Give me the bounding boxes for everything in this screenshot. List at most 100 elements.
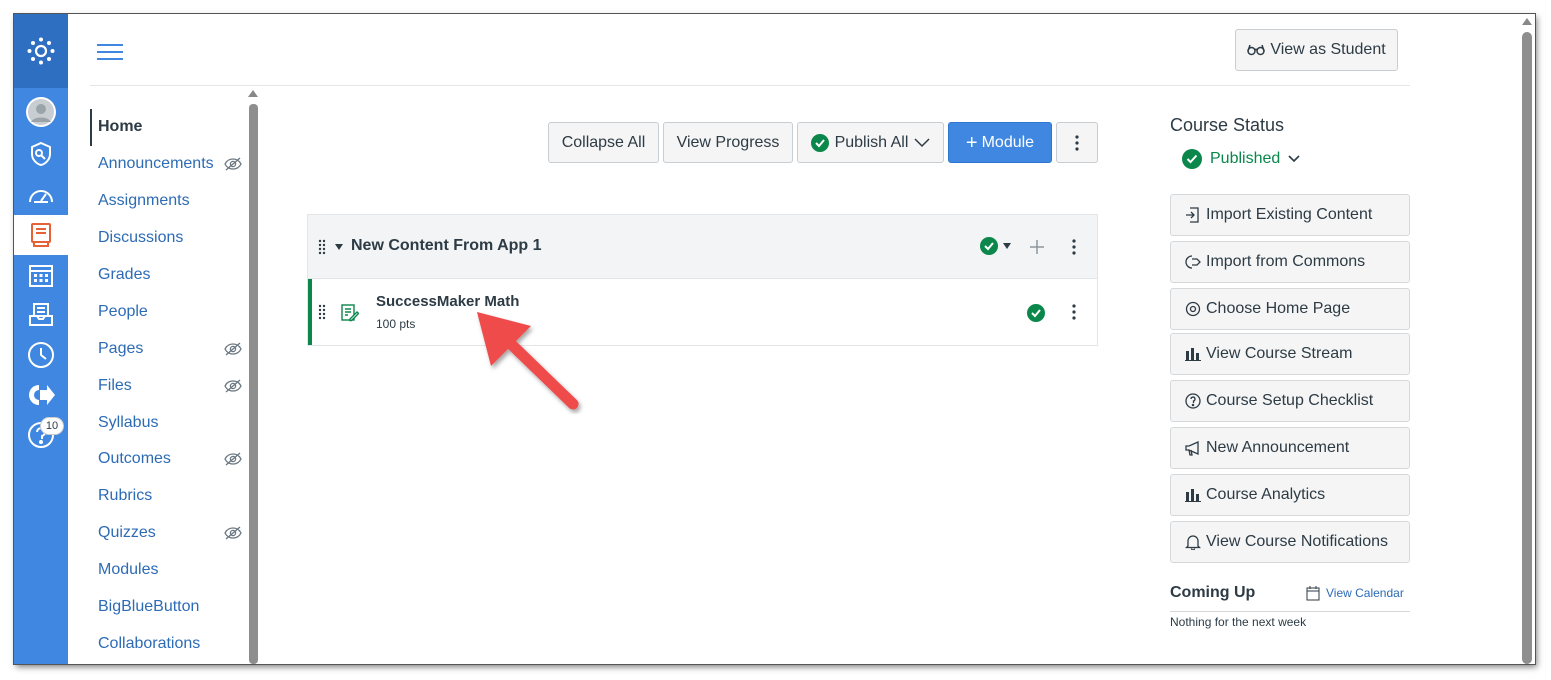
- caret-down-icon[interactable]: [1003, 243, 1011, 249]
- coming-up-divider: [1170, 611, 1410, 612]
- view-course-stream-button[interactable]: View Course Stream: [1170, 333, 1410, 375]
- commons-icon[interactable]: [14, 375, 68, 415]
- module-kebab-icon[interactable]: [1072, 239, 1076, 255]
- button-label: Choose Home Page: [1206, 300, 1351, 317]
- hamburger-menu-icon[interactable]: [97, 44, 123, 62]
- question-icon: [1185, 393, 1201, 409]
- item-published-icon[interactable]: [1027, 304, 1045, 322]
- drag-handle-icon[interactable]: [318, 304, 326, 320]
- view-progress-button[interactable]: View Progress: [663, 122, 793, 163]
- screenshot-frame: 10 View as Student Home Announcements Assi…: [14, 14, 1535, 664]
- add-module-button[interactable]: + Module: [948, 122, 1052, 163]
- course-nav-item-grades[interactable]: Grades: [90, 257, 250, 294]
- account-icon[interactable]: [14, 92, 68, 132]
- course-nav-label: Collaborations: [98, 634, 201, 652]
- course-nav-item-files[interactable]: Files: [90, 367, 250, 404]
- global-nav: 10: [14, 14, 68, 664]
- course-nav-item-quizzes[interactable]: Quizzes: [90, 515, 250, 552]
- module-item-points: 100 pts: [376, 317, 416, 331]
- course-nav-label: Syllabus: [98, 413, 159, 431]
- course-nav-label: Pages: [98, 339, 144, 357]
- course-published-dropdown[interactable]: Published: [1182, 149, 1300, 169]
- page-scrollbar[interactable]: [1522, 32, 1532, 664]
- hidden-eye-icon: [224, 452, 242, 466]
- course-nav-scrollbar[interactable]: [249, 104, 258, 664]
- course-nav-item-outcomes[interactable]: Outcomes: [90, 441, 250, 478]
- new-announcement-button[interactable]: New Announcement: [1170, 427, 1410, 469]
- bar-chart-icon: [1185, 488, 1201, 502]
- caret-down-icon[interactable]: [335, 244, 343, 250]
- course-nav-item-discussions[interactable]: Discussions: [90, 220, 250, 257]
- course-nav-item-announcements[interactable]: Announcements: [90, 146, 250, 183]
- course-nav-label: Home: [98, 118, 143, 136]
- course-nav-label: Assignments: [98, 192, 190, 210]
- button-label: Course Analytics: [1206, 486, 1326, 503]
- coming-up-title: Coming Up: [1170, 584, 1256, 601]
- course-nav-label: Rubrics: [98, 487, 153, 505]
- chevron-down-icon: [1288, 155, 1300, 163]
- hidden-eye-icon: [224, 526, 242, 540]
- add-item-plus-icon[interactable]: [1030, 240, 1044, 254]
- module-header[interactable]: New Content From App 1: [308, 215, 1097, 279]
- module-item[interactable]: SuccessMaker Math 100 pts: [308, 279, 1097, 345]
- drag-handle-icon[interactable]: [318, 239, 326, 255]
- collapse-all-button[interactable]: Collapse All: [548, 122, 659, 163]
- course-nav-label: Files: [98, 376, 132, 394]
- course-setup-checklist-button[interactable]: Course Setup Checklist: [1170, 380, 1410, 422]
- history-icon[interactable]: [14, 335, 68, 375]
- bell-icon: [1185, 534, 1201, 550]
- choose-home-page-button[interactable]: Choose Home Page: [1170, 288, 1410, 330]
- import-from-commons-button[interactable]: Import from Commons: [1170, 241, 1410, 283]
- course-analytics-button[interactable]: Course Analytics: [1170, 474, 1410, 516]
- admin-icon[interactable]: [14, 134, 68, 174]
- hidden-eye-icon: [224, 157, 242, 171]
- course-nav-item-collaborations[interactable]: Collaborations: [90, 625, 250, 662]
- course-nav-label: Outcomes: [98, 450, 171, 468]
- course-nav-item-pages[interactable]: Pages: [90, 330, 250, 367]
- check-circle-icon: [810, 133, 829, 152]
- inbox-icon[interactable]: [14, 295, 68, 335]
- dashboard-icon[interactable]: [14, 174, 68, 214]
- course-nav-label: Modules: [98, 561, 159, 579]
- bar-chart-icon: [1185, 347, 1201, 361]
- view-course-notifications-button[interactable]: View Course Notifications: [1170, 521, 1410, 563]
- button-label: View Course Notifications: [1206, 533, 1389, 550]
- glasses-icon: [1247, 44, 1266, 56]
- item-kebab-icon[interactable]: [1072, 304, 1076, 320]
- course-nav-item-people[interactable]: People: [90, 293, 250, 330]
- module-published-icon[interactable]: [980, 237, 998, 255]
- import-existing-content-button[interactable]: Import Existing Content: [1170, 194, 1410, 236]
- kebab-icon: [1075, 134, 1079, 151]
- button-label: Import Existing Content: [1206, 206, 1373, 223]
- megaphone-icon: [1185, 440, 1201, 456]
- view-as-student-button[interactable]: View as Student: [1235, 29, 1398, 71]
- course-nav-item-bigbluebutton[interactable]: BigBlueButton: [90, 589, 250, 626]
- course-nav-item-rubrics[interactable]: Rubrics: [90, 478, 250, 515]
- scroll-up-arrow-icon[interactable]: [248, 90, 258, 97]
- logo-icon[interactable]: [14, 14, 68, 88]
- module: New Content From App 1 SuccessMaker Math…: [307, 214, 1098, 346]
- module-title: New Content From App 1: [351, 237, 542, 254]
- more-options-button[interactable]: [1056, 122, 1098, 163]
- button-label: Course Setup Checklist: [1206, 392, 1374, 409]
- plus-icon: +: [965, 131, 978, 154]
- course-nav-label: Discussions: [98, 229, 184, 247]
- courses-icon[interactable]: [14, 215, 68, 255]
- scroll-up-arrow-icon[interactable]: [1522, 18, 1532, 25]
- commons-icon: [1185, 255, 1201, 269]
- course-nav-item-syllabus[interactable]: Syllabus: [90, 404, 250, 441]
- calendar-icon[interactable]: [14, 255, 68, 295]
- course-nav-label: BigBlueButton: [98, 598, 200, 616]
- chevron-down-icon: [914, 137, 930, 147]
- button-label: View Course Stream: [1206, 345, 1353, 362]
- check-circle-icon: [1182, 149, 1202, 169]
- view-calendar-link[interactable]: View Calendar: [1306, 585, 1404, 601]
- header-divider: [90, 85, 1410, 86]
- course-nav-item-assignments[interactable]: Assignments: [90, 183, 250, 220]
- course-nav-label: Announcements: [98, 155, 214, 173]
- import-icon: [1185, 207, 1201, 223]
- course-nav-item-modules[interactable]: Modules: [90, 552, 250, 589]
- publish-all-button[interactable]: Publish All: [797, 122, 944, 163]
- course-nav-item-home[interactable]: Home: [90, 109, 250, 146]
- help-badge: 10: [40, 417, 64, 435]
